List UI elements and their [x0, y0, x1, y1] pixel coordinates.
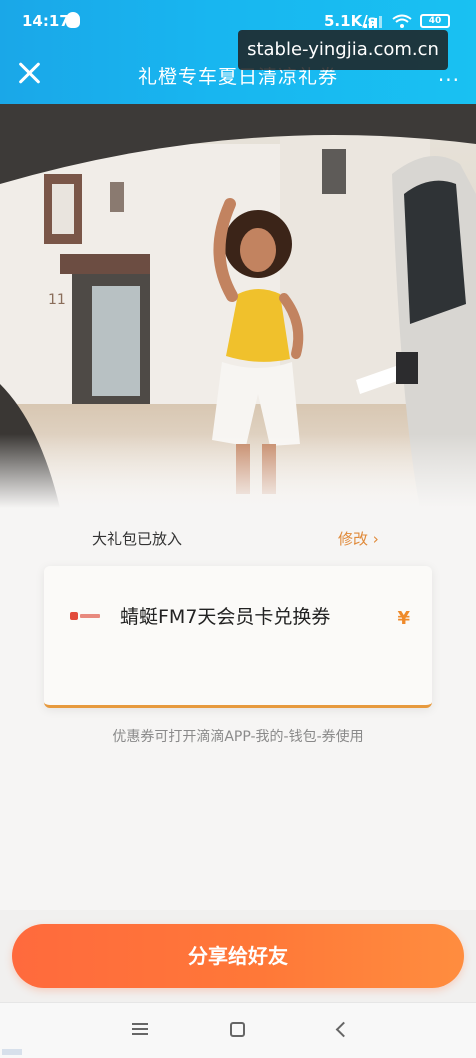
battery-icon: 40 [420, 14, 450, 28]
watermark-label: stable-yingjia.com.cn [238, 30, 448, 70]
edit-link[interactable]: 修改 › [338, 528, 379, 549]
yen-icon: ¥ [397, 608, 410, 629]
more-icon[interactable]: ··· [438, 68, 460, 92]
svg-text:11: 11 [48, 292, 66, 308]
coupon-card[interactable]: 蜻蜓FM7天会员卡兑换券 ¥ [44, 566, 432, 708]
hero-image: 11 [0, 104, 476, 508]
nav-home-icon[interactable] [230, 1022, 245, 1037]
usage-hint: 优惠券可打开滴滴APP-我的-钱包-券使用 [112, 729, 364, 745]
signal-icon [364, 16, 382, 28]
gift-row: 大礼包已放入 修改 › [0, 528, 476, 552]
coupon-name: 蜻蜓FM7天会员卡兑换券 [120, 606, 331, 628]
qq-icon [66, 12, 80, 28]
nav-back-icon[interactable] [334, 1021, 348, 1039]
system-nav-bar [0, 1002, 476, 1058]
corner-mark [2, 1049, 22, 1055]
status-time: 14:17 [22, 12, 70, 30]
nav-menu-icon[interactable] [132, 1021, 148, 1037]
share-button[interactable]: 分享给好友 [12, 924, 464, 988]
gift-label: 大礼包已放入 [92, 530, 183, 548]
wifi-icon [392, 14, 412, 28]
brand-logo [70, 610, 102, 622]
